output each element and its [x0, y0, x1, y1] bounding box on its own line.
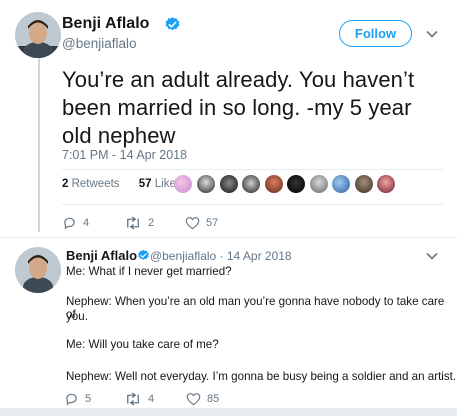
liker-avatar[interactable]: [355, 175, 373, 193]
retweets-count: 2: [62, 178, 69, 190]
reply-text-line: Nephew: When you’re an old man you’re go…: [66, 295, 445, 321]
liker-avatar[interactable]: [332, 175, 350, 193]
page-bottom-strip: [0, 408, 457, 416]
avatar[interactable]: [15, 12, 61, 58]
reply-text-line: Nephew: Well not everyday. I’m gonna be …: [66, 370, 457, 383]
reply-text-line: you.: [66, 310, 88, 323]
like-icon: [185, 217, 200, 230]
reply-text-line: Me: Will you take care of me?: [66, 338, 219, 351]
like-count: 85: [207, 393, 220, 405]
reply-count: 4: [83, 217, 90, 229]
retweet-count: 2: [148, 217, 155, 229]
chevron-down-icon[interactable]: [426, 30, 438, 38]
retweet-button[interactable]: 2: [124, 216, 154, 230]
reply-icon: [66, 393, 77, 406]
reply-author-handle[interactable]: @benjiaflalo · 14 Apr 2018: [150, 249, 292, 263]
like-button[interactable]: 57: [185, 216, 218, 230]
liker-avatar[interactable]: [287, 175, 305, 193]
liker-avatar[interactable]: [220, 175, 238, 193]
avatar[interactable]: [15, 247, 61, 293]
retweet-icon: [127, 216, 139, 230]
likes-count: 57: [138, 178, 152, 190]
author-name[interactable]: Benji Aflalo: [62, 15, 149, 33]
retweet-count: 4: [148, 393, 155, 405]
reply-button[interactable]: 5: [64, 392, 91, 406]
divider: [62, 204, 444, 205]
liker-avatar[interactable]: [197, 175, 215, 193]
chevron-down-icon[interactable]: [426, 252, 438, 260]
liker-avatar[interactable]: [377, 175, 395, 193]
tweet-text: You’re an adult already. You haven’t bee…: [62, 67, 415, 148]
retweet-button[interactable]: 4: [124, 392, 154, 406]
reply-text-line: Me: What if I never get married?: [66, 265, 232, 278]
verified-badge-icon: [138, 249, 149, 260]
reply-author-name[interactable]: Benji Aflalo: [66, 248, 137, 263]
divider: [62, 169, 444, 170]
liker-avatar[interactable]: [310, 175, 328, 193]
divider: [0, 237, 457, 238]
thread-connector-line: [38, 58, 40, 232]
author-handle[interactable]: @benjiaflalo: [62, 36, 137, 51]
liker-avatar[interactable]: [174, 175, 192, 193]
verified-badge-icon: [165, 17, 180, 31]
retweet-icon: [127, 392, 139, 406]
like-count: 57: [206, 217, 219, 229]
reply-button[interactable]: 4: [62, 216, 89, 230]
tweet-timestamp[interactable]: 7:01 PM - 14 Apr 2018: [62, 148, 187, 162]
follow-button[interactable]: Follow: [339, 20, 412, 47]
retweets-stat[interactable]: 2 Retweets: [62, 178, 128, 190]
liker-avatar[interactable]: [265, 175, 283, 193]
like-button[interactable]: 85: [186, 392, 219, 406]
reply-icon: [64, 217, 75, 230]
liker-avatar[interactable]: [242, 175, 260, 193]
like-icon: [186, 393, 201, 406]
reply-count: 5: [85, 393, 92, 405]
retweets-label: Retweets: [71, 178, 120, 190]
